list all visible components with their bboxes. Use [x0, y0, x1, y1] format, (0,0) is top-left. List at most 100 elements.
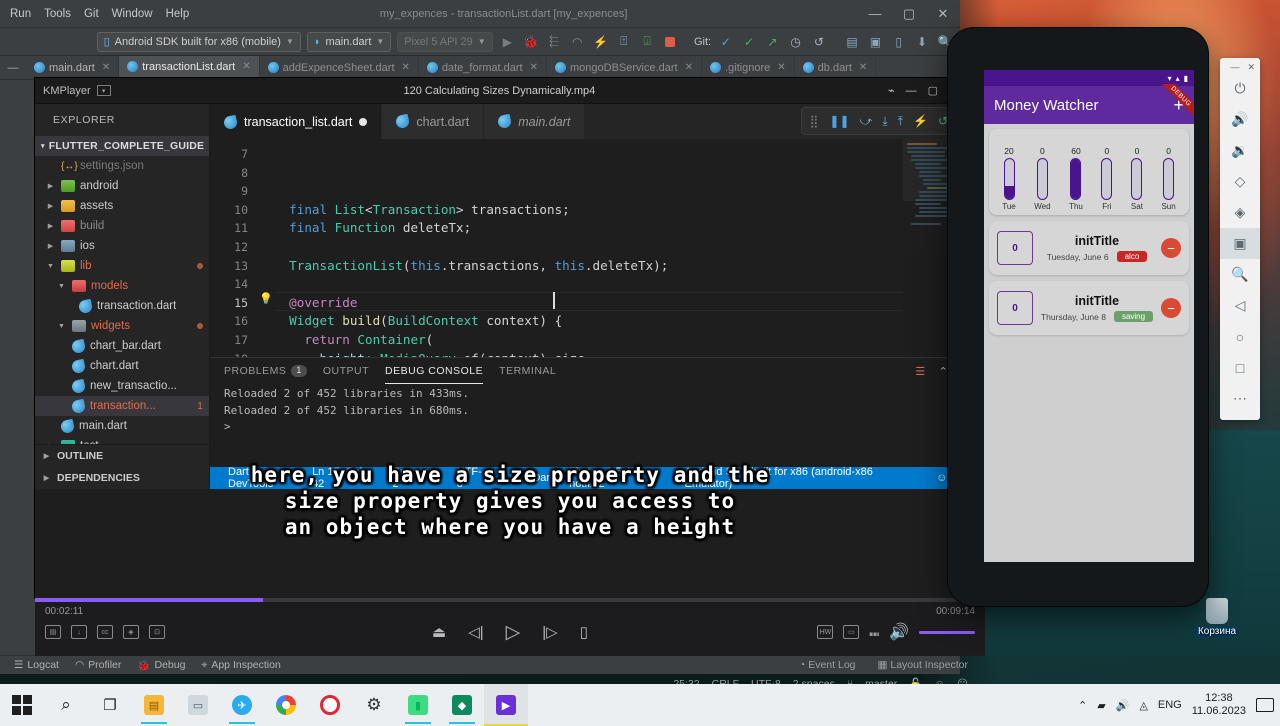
minimize-button[interactable]: — [858, 0, 892, 28]
avd-manager-icon[interactable]: ▤ [843, 33, 860, 51]
delete-transaction-button[interactable]: − [1161, 298, 1181, 318]
step-over-icon[interactable]: ⤻ [860, 114, 873, 129]
tree-item-main-dart[interactable]: main.dart [35, 416, 209, 436]
status-language-mode[interactable]: Dart [524, 467, 561, 489]
more-icon[interactable]: ⋯ [1220, 383, 1260, 414]
taskbar-chrome[interactable] [264, 684, 308, 726]
close-icon[interactable]: ✕ [402, 62, 410, 73]
play-icon[interactable]: ▷ [506, 621, 521, 644]
close-icon[interactable]: ✕ [530, 62, 538, 73]
apply-changes-icon[interactable]: ⍐ [615, 33, 632, 51]
drag-handle-icon[interactable]: ⣿ [810, 114, 820, 128]
unsaved-indicator[interactable] [359, 118, 368, 126]
taskbar-file-explorer[interactable]: ▤ [132, 684, 176, 726]
action-center-icon[interactable] [1256, 698, 1274, 712]
taskbar-task-view[interactable]: ❐ [88, 684, 132, 726]
transaction-item[interactable]: 0 initTitle Thursday, June 8 saving − [989, 281, 1189, 335]
sdk-manager-icon[interactable]: ⬇ [913, 33, 930, 51]
maximize-button[interactable]: ▢ [892, 0, 926, 28]
kmplayer-menu-icon[interactable]: ▾ [96, 85, 111, 96]
menu-item-tools[interactable]: Tools [44, 8, 71, 20]
status-encoding[interactable]: UTF-8 [449, 466, 496, 490]
stop-icon[interactable] [662, 33, 679, 51]
clock[interactable]: 12:38 11.06.2023 [1192, 692, 1246, 718]
next-icon[interactable]: |▷ [542, 623, 557, 641]
device-manager-icon[interactable]: ▯ [890, 33, 907, 51]
console-prompt[interactable]: > [224, 419, 971, 436]
emulator-minimize-button[interactable]: — [1230, 62, 1239, 73]
step-out-icon[interactable]: ⤒ [898, 114, 903, 129]
attach-debugger-icon[interactable]: ⬱ [545, 33, 562, 51]
close-icon[interactable]: ✕ [685, 62, 693, 73]
tree-item-chart-bar-dart[interactable]: chart_bar.dart [35, 336, 209, 356]
section-dependencies[interactable]: ▶ DEPENDENCIES [35, 467, 209, 489]
rotate-left-icon[interactable]: ◇ [1220, 166, 1260, 197]
close-icon[interactable]: ✕ [242, 61, 250, 72]
section-outline[interactable]: ▶ OUTLINE [35, 445, 209, 467]
tool-debug[interactable]: 🐞 Debug [137, 659, 185, 672]
wifi-icon[interactable]: ◬ [1139, 699, 1147, 712]
maximize-panel-icon[interactable]: ⌃ [939, 365, 949, 378]
zoom-icon[interactable]: 🔍 [1220, 259, 1260, 290]
tree-item-ios[interactable]: ▶ ios [35, 236, 209, 256]
status-eol[interactable]: LF [495, 467, 524, 489]
status-flutter-version[interactable]: Flutter: 1.5.4-hotfix.2 [561, 466, 676, 490]
layout-editor-icon[interactable]: ▣ [867, 33, 884, 51]
home-icon[interactable]: ○ [1220, 321, 1260, 352]
profiler-icon[interactable]: ◠ [569, 33, 586, 51]
eject-icon[interactable]: ⏏ [432, 623, 446, 641]
hot-reload-icon[interactable]: ⚡ [592, 33, 609, 51]
taskbar-kmplayer[interactable]: ▶ [484, 684, 528, 726]
code-text[interactable]: final List<Transaction> transactions; fi… [274, 139, 903, 357]
tree-item-chart-dart[interactable]: chart.dart [35, 356, 209, 376]
tool-logcat[interactable]: ☰ Logcat [14, 659, 59, 671]
editor-tab-db-dart[interactable]: db.dart ✕ [795, 56, 877, 79]
panel-tab-problems[interactable]: PROBLEMS 1 [224, 365, 307, 377]
back-icon[interactable]: ◁ [1220, 290, 1260, 321]
taskbar-telegram[interactable]: ✈ [220, 684, 264, 726]
language-indicator[interactable]: ENG [1158, 699, 1182, 711]
tree-item-transaction-dart[interactable]: transaction.dart [35, 296, 209, 316]
volume-down-icon[interactable]: 🔉 [1220, 135, 1260, 166]
taskbar-android-studio[interactable]: ▮ [396, 684, 440, 726]
editor-tab-gitignore[interactable]: .gitignore ✕ [702, 56, 795, 79]
editor-tab-date-format-dart[interactable]: date_format.dart ✕ [419, 56, 547, 79]
event-log-button[interactable]: ◔ Event Log [799, 659, 856, 671]
tree-item-assets[interactable]: ▶ assets [35, 196, 209, 216]
taskbar-search[interactable]: ⌕ [44, 684, 88, 726]
clear-console-icon[interactable]: ☰ [915, 365, 925, 378]
push-icon[interactable]: ↗ [764, 33, 781, 51]
run-icon[interactable]: ▶ [499, 33, 516, 51]
lightbulb-quickfix-icon[interactable]: 💡 [259, 292, 273, 305]
battery-icon[interactable]: ▰ [1097, 699, 1105, 712]
volume-up-icon[interactable]: 🔊 [1220, 104, 1260, 135]
close-icon[interactable]: ✕ [859, 62, 867, 73]
volume-icon[interactable]: 🔊 [1116, 699, 1130, 712]
tree-item-test[interactable]: ▶ test [35, 436, 209, 444]
status-dart-devtools[interactable]: Dart DevTools [210, 466, 304, 490]
pin-icon[interactable]: ⌁ [888, 84, 895, 97]
vscode-tab-chart-dart[interactable]: chart.dart [382, 104, 485, 139]
hide-tabs-button[interactable]: — [0, 56, 26, 79]
menu-item-window[interactable]: Window [112, 8, 153, 20]
menu-item-run[interactable]: Run [10, 8, 31, 20]
commit-icon[interactable]: ✓ [740, 33, 757, 51]
editor-tab-mongodbservice-dart[interactable]: mongoDBService.dart ✕ [547, 56, 702, 79]
editor-tab-addexpencesheet-dart[interactable]: addExpenceSheet.dart ✕ [260, 56, 419, 79]
tool-app-inspection[interactable]: ⌖ App Inspection [201, 659, 280, 672]
status-cursor-position[interactable]: Ln 15, Col 42 [304, 466, 384, 490]
apply-code-changes-icon[interactable]: ⍗ [639, 33, 656, 51]
emulator-screen[interactable]: ▾ ▴ ▮ Money Watcher + DEBUG 20 Tue 0 Wed… [984, 70, 1194, 562]
show-hidden-icons[interactable]: ⌃ [1078, 699, 1087, 712]
tree-item-models[interactable]: ▼ models [35, 276, 209, 296]
tree-item-new-transaction-dart[interactable]: new_transactio... [35, 376, 209, 396]
panel-tab-output[interactable]: OUTPUT [323, 365, 369, 377]
layout-inspector-button[interactable]: ▦ Layout Inspector [878, 659, 968, 671]
menu-item-git[interactable]: Git [84, 8, 99, 20]
close-icon[interactable]: ✕ [777, 62, 785, 73]
stop-icon[interactable]: ▯ [580, 623, 588, 641]
close-button[interactable]: ✕ [926, 0, 960, 28]
transaction-item[interactable]: 0 initTitle Tuesday, June 6 alco − [989, 221, 1189, 275]
status-device[interactable]: Android SDK built for x86 (android-x86 E… [677, 466, 929, 490]
avd-selector[interactable]: Pixel 5 API 29 ▼ [397, 31, 493, 52]
